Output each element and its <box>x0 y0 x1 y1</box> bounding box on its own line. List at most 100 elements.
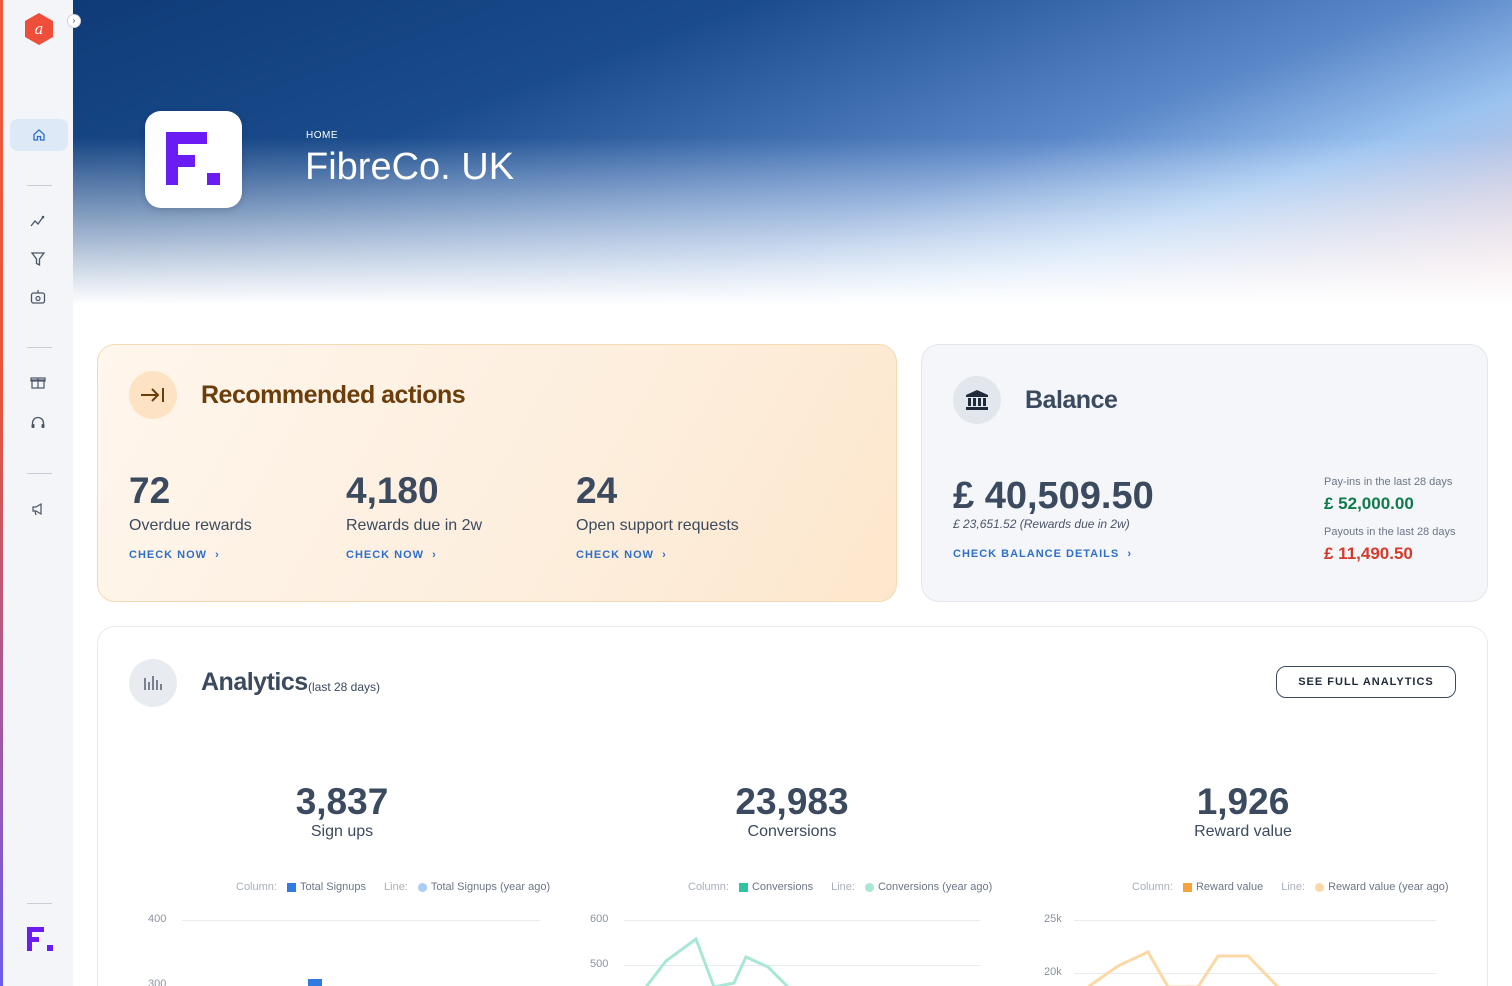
sidebar-divider <box>27 185 52 186</box>
analytics-icon-circle <box>129 659 177 707</box>
sidebar-item-analytics[interactable] <box>28 211 48 231</box>
link-label: CHECK NOW <box>576 549 655 561</box>
reward-value-value: 1,926 <box>1196 781 1290 822</box>
gridline <box>182 920 540 921</box>
app-logo-icon[interactable]: a <box>23 12 55 46</box>
page-title: FibreCo. UK <box>305 146 515 188</box>
sidebar-item-gifts[interactable] <box>28 372 48 392</box>
fibreco-brand-icon[interactable] <box>27 927 53 951</box>
legend-key: Column: <box>688 881 729 893</box>
sidebar-item-home[interactable] <box>10 119 68 151</box>
legend-value: Total Signups <box>299 881 367 893</box>
conversions-label: Conversions <box>747 823 837 840</box>
sidebar-item-support[interactable] <box>28 413 48 433</box>
see-full-analytics-button[interactable]: SEE FULL ANALYTICS <box>1276 666 1456 698</box>
conversions-line <box>644 936 790 986</box>
check-now-due-link[interactable]: CHECK NOW › <box>346 549 437 561</box>
sidebar-divider <box>27 347 52 348</box>
chevron-right-icon: › <box>211 549 220 561</box>
recommended-actions-card: Recommended actions 72 Overdue rewards C… <box>97 344 897 602</box>
legend-dot <box>864 882 874 892</box>
breadcrumb[interactable]: HOME <box>306 130 338 141</box>
legend-swatch <box>1182 882 1192 892</box>
balance-icon-circle <box>953 376 1001 424</box>
payins-value: £ 52,000.00 <box>1324 494 1414 513</box>
sidebar-item-funnel[interactable] <box>28 249 48 269</box>
chevron-right-icon: › <box>658 549 667 561</box>
conversions-tick: 500 <box>590 958 609 970</box>
legend-key: Line: <box>384 881 408 893</box>
reward-line <box>1088 950 1280 986</box>
svg-text:a: a <box>35 20 44 38</box>
link-label: CHECK NOW <box>346 549 425 561</box>
rewards-due-value: 4,180 <box>346 470 439 511</box>
bank-icon <box>966 390 988 410</box>
conversions-value: 23,983 <box>735 781 849 822</box>
sidebar-item-rewards[interactable] <box>28 287 48 307</box>
analytics-card: Analytics (last 28 days) SEE FULL ANALYT… <box>97 626 1488 986</box>
conversions-tick: 600 <box>590 913 609 925</box>
link-label: CHECK NOW <box>129 549 208 561</box>
chevron-right-icon: › <box>1123 548 1133 560</box>
reward-legend: Column: Reward value Line: Reward value … <box>1132 881 1449 893</box>
reward-tick: 20k <box>1044 966 1062 978</box>
link-label: CHECK BALANCE DETAILS <box>953 548 1120 560</box>
sidebar-divider <box>27 473 52 474</box>
reward-value-label: Reward value <box>1194 823 1292 840</box>
recommended-title: Recommended actions <box>201 381 466 409</box>
rewards-box-icon <box>30 290 46 304</box>
balance-amount: £ 40,509.50 <box>953 475 1154 517</box>
bar-chart-icon <box>144 676 162 690</box>
hero-banner <box>73 0 1512 305</box>
overdue-rewards-label: Overdue rewards <box>129 517 252 534</box>
balance-title: Balance <box>1025 386 1118 414</box>
check-now-support-link[interactable]: CHECK NOW › <box>576 549 667 561</box>
payouts-value: £ 11,490.50 <box>1324 544 1413 563</box>
check-now-overdue-link[interactable]: CHECK NOW › <box>129 549 220 561</box>
overdue-rewards-value: 72 <box>129 470 171 511</box>
gift-icon <box>30 377 46 389</box>
signups-bar <box>308 979 322 986</box>
support-headset-icon <box>31 416 45 428</box>
conversions-legend: Column: Conversions Line: Conversions (y… <box>688 881 992 893</box>
signups-tick: 300 <box>148 978 167 986</box>
legend-value: Conversions (year ago) <box>877 881 993 893</box>
legend-value: Reward value (year ago) <box>1328 881 1449 893</box>
chevron-right-icon: › <box>428 549 437 561</box>
legend-swatch <box>738 882 748 892</box>
gridline <box>1074 920 1436 921</box>
check-balance-details-link[interactable]: CHECK BALANCE DETAILS › <box>953 548 1132 560</box>
megaphone-icon <box>32 502 42 516</box>
analytics-title: Analytics <box>201 668 308 696</box>
analytics-subtitle: (last 28 days) <box>308 680 381 694</box>
gridline <box>624 920 980 921</box>
signups-tick: 400 <box>148 913 167 925</box>
legend-value: Reward value <box>1195 881 1264 893</box>
sidebar: a <box>0 0 73 986</box>
arrow-to-line-icon <box>141 388 164 402</box>
recommended-icon-circle <box>129 371 177 419</box>
legend-swatch <box>286 882 296 892</box>
reward-tick: 25k <box>1044 913 1062 925</box>
legend-key: Column: <box>1132 881 1173 893</box>
payouts-label: Payouts in the last 28 days <box>1324 526 1456 538</box>
legend-key: Line: <box>831 881 855 893</box>
fibreco-logo-icon <box>166 132 220 185</box>
rewards-due-label: Rewards due in 2w <box>346 517 483 534</box>
signups-value: 3,837 <box>295 781 389 822</box>
balance-card: Balance £ 40,509.50 £ 23,651.52 (Rewards… <box>921 344 1488 602</box>
signups-label: Sign ups <box>310 823 374 840</box>
sidebar-divider <box>27 903 52 904</box>
company-logo <box>145 111 242 208</box>
payins-label: Pay-ins in the last 28 days <box>1324 476 1453 488</box>
home-icon <box>33 129 45 141</box>
funnel-icon <box>31 252 45 267</box>
sidebar-item-campaigns[interactable] <box>28 499 48 519</box>
legend-value: Conversions <box>751 881 814 893</box>
support-requests-label: Open support requests <box>576 517 739 534</box>
legend-dot <box>417 882 427 892</box>
sidebar-toggle-button[interactable]: › <box>67 14 81 28</box>
support-requests-value: 24 <box>576 470 618 511</box>
signups-legend: Column: Total Signups Line: Total Signup… <box>236 881 550 893</box>
analytics-icon <box>30 215 45 227</box>
